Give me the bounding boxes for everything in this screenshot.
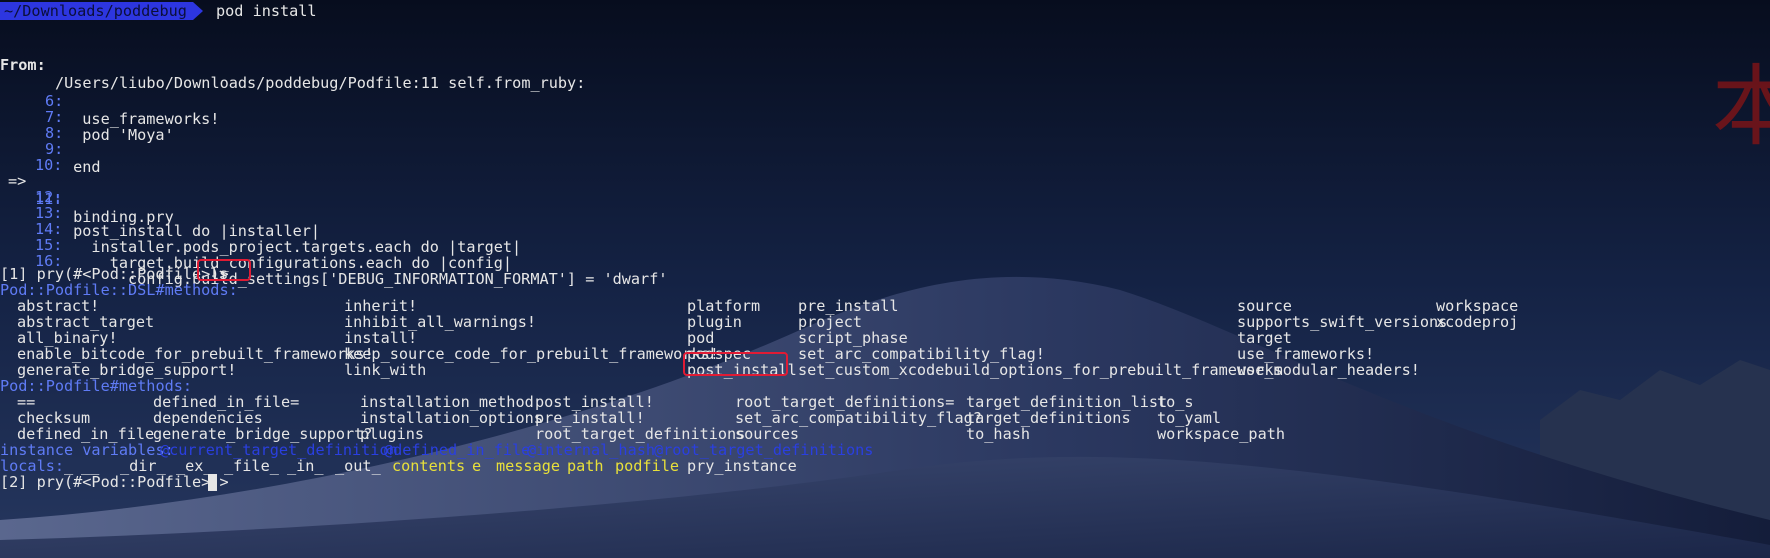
- dsl-method: set_custom_xcodebuild_options_for_prebui…: [798, 361, 1283, 379]
- dsl-method: link_with: [344, 361, 427, 379]
- dsl-method: xcodeproj: [1436, 313, 1519, 331]
- terminal-window[interactable]: ~/Downloads/poddebug pod install From: /…: [0, 0, 1770, 558]
- podfile-method: to_hash: [966, 425, 1031, 443]
- local-var: _out_: [335, 457, 381, 475]
- local-var: pry_instance: [687, 457, 797, 475]
- prompt-path-segment: ~/Downloads/poddebug: [0, 2, 203, 20]
- local-var: _file_: [224, 457, 279, 475]
- local-var-highlighted: contents: [392, 457, 466, 475]
- local-var-highlighted: path: [567, 457, 604, 475]
- pry-prompt-2: [2] pry(#<Pod::Podfile>)>: [0, 473, 229, 491]
- from-label: From:: [0, 56, 46, 74]
- local-var: _in_: [287, 457, 324, 475]
- source-line: 16: config.build_settings['DEBUG_INFORMA…: [0, 234, 667, 288]
- podfile-method: workspace_path: [1157, 425, 1286, 443]
- side-glyph-watermark: 本: [1712, 55, 1770, 158]
- local-var-highlighted: e: [472, 457, 482, 475]
- local-var-highlighted: message: [496, 457, 561, 475]
- local-var-highlighted: podfile: [615, 457, 680, 475]
- post-install-highlight-box: [683, 352, 788, 376]
- dsl-method: use_modular_headers!: [1237, 361, 1420, 379]
- terminal-cursor[interactable]: [208, 474, 217, 491]
- ls-highlight-box: [197, 259, 251, 281]
- line-code: end: [64, 158, 101, 176]
- line-code: pod 'Moya': [64, 126, 174, 144]
- prompt-command: pod install: [216, 2, 317, 20]
- from-path: /Users/liubo/Downloads/poddebug/Podfile:…: [55, 74, 586, 92]
- from-line: From: /Users/liubo/Downloads/poddebug/Po…: [0, 38, 585, 92]
